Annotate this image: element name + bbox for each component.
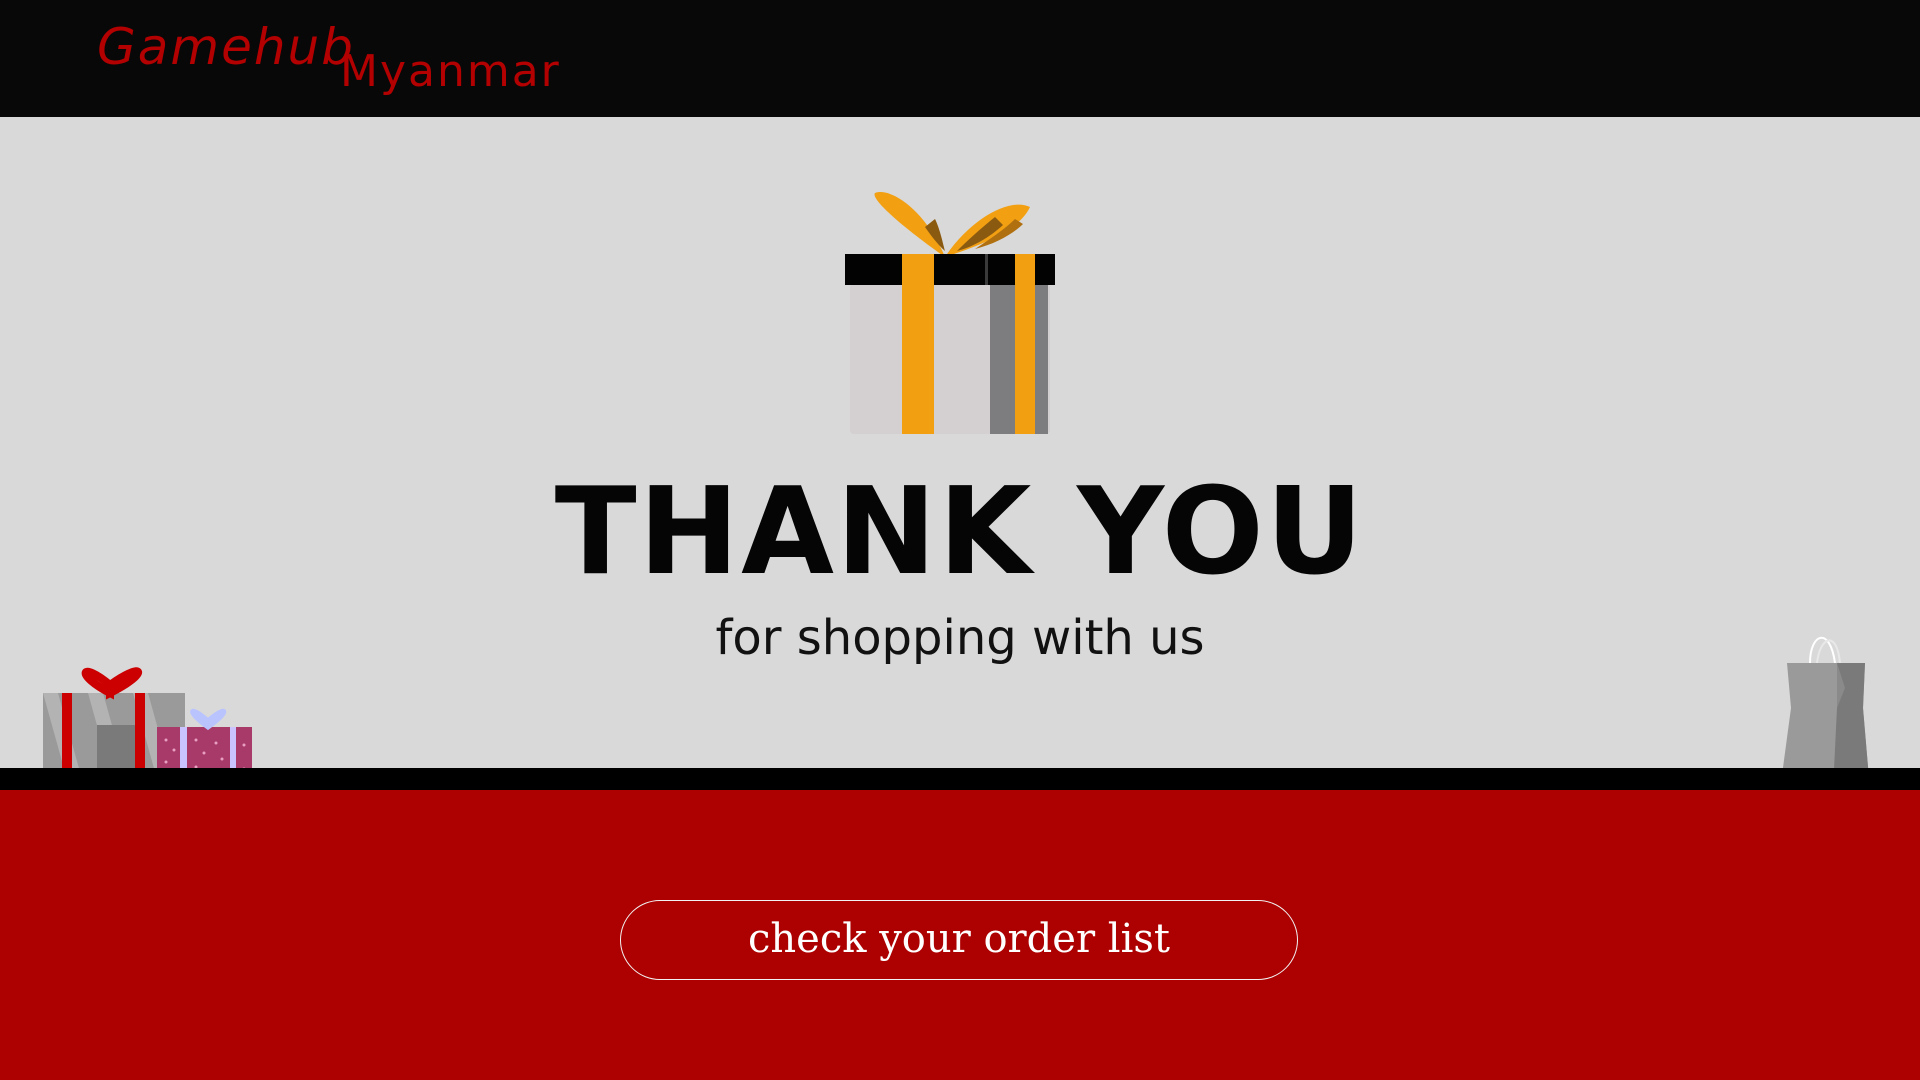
check-order-list-button[interactable]: check your order list: [620, 900, 1298, 980]
gift-box-icon: [845, 192, 1055, 434]
thank-you-subtitle: for shopping with us: [715, 610, 1205, 666]
divider-bar: [0, 768, 1920, 790]
shopping-bag-icon: [1780, 636, 1870, 790]
thank-you-heading: THANK YOU: [554, 463, 1366, 602]
top-bar: Gamehub Myanmar: [0, 0, 1920, 117]
brand-region: Myanmar: [340, 46, 561, 97]
brand-name: Gamehub: [97, 18, 355, 76]
